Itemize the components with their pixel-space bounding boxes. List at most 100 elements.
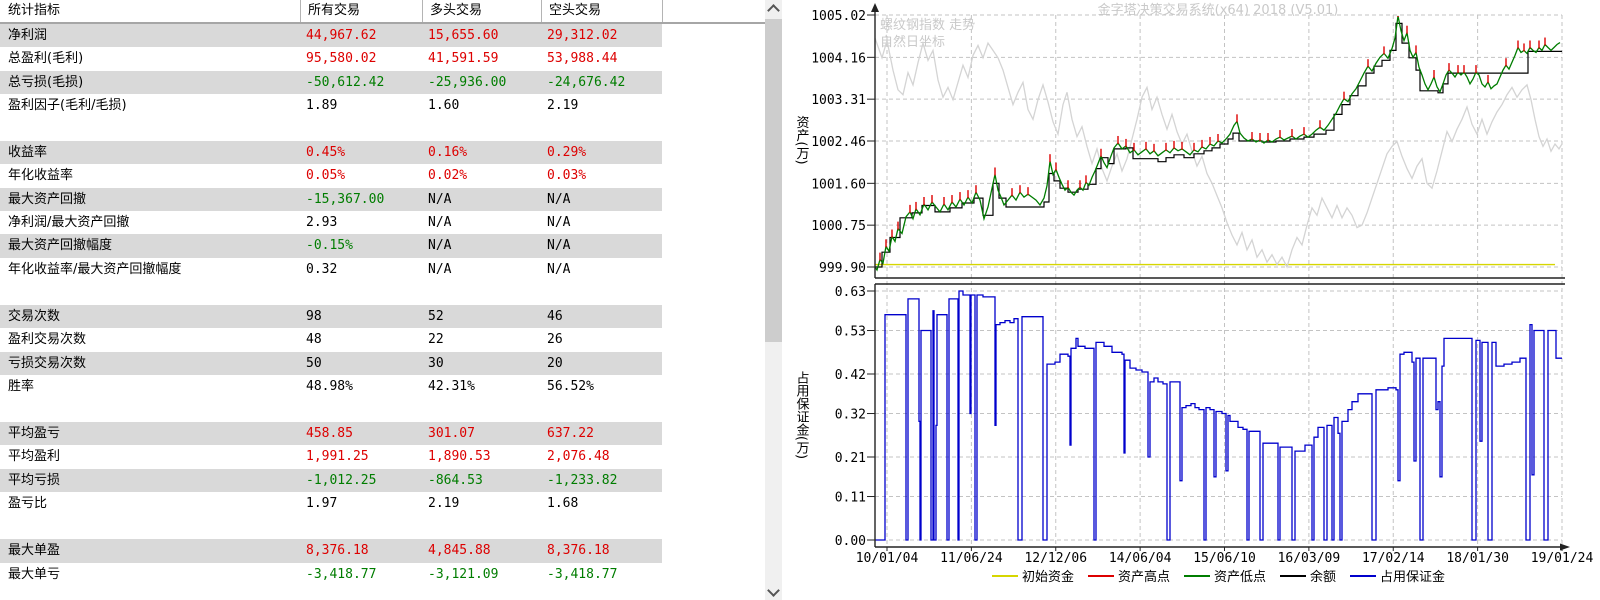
upper-axis-title: 资产(万) [794,115,810,164]
table-group: 收益率0.45%0.16%0.29%年化收益率0.05%0.02%0.03%最大… [0,141,765,281]
row-label: 胜率 [0,375,300,398]
row-value: -24,676.42 [541,71,662,94]
row-value: 95,580.02 [300,47,422,70]
watermark-title: 金字塔决策交易系统(x64) 2018 (V5.01) [1098,2,1339,18]
legend-item: 资产低点 [1184,566,1266,585]
y-tick-label: 0.53 [835,325,866,340]
table-row[interactable]: 收益率0.45%0.16%0.29% [0,141,662,164]
watermark-line: 自然日坐标 [880,34,945,50]
table-group: 净利润44,967.6215,655.6029,312.02总盈利(毛利)95,… [0,24,765,117]
table-row[interactable]: 盈亏比1.972.191.68 [0,492,662,515]
row-value: 0.29% [541,141,662,164]
row-value: 301.07 [422,422,541,445]
chart-legend: 初始资金 资产高点 资产低点 余额占用保证金 [875,566,1562,585]
legend-label: 资产低点 [1214,566,1266,585]
row-label: 交易次数 [0,305,300,328]
row-label: 盈利交易次数 [0,328,300,351]
y-tick-label: 999.90 [819,261,866,276]
row-value: 20 [541,352,662,375]
table-row[interactable]: 亏损交易次数503020 [0,352,662,375]
table-row[interactable]: 总亏损(毛损)-50,612.42-25,936.00-24,676.42 [0,71,662,94]
row-value: 8,376.18 [541,539,662,562]
row-value: 2.19 [541,94,662,117]
chevron-down-icon [767,584,780,597]
legend-swatch [1184,575,1210,577]
table-row[interactable]: 交易次数985246 [0,305,662,328]
row-value: -3,418.77 [541,563,662,586]
pyramid-backtest-window: 统计指标 所有交易 多头交易 空头交易 净利润44,967.6215,655.6… [0,0,1600,600]
y-tick-label: 1003.31 [811,93,866,108]
table-row[interactable]: 平均亏损-1,012.25-864.53-1,233.82 [0,469,662,492]
table-row[interactable]: 盈利交易次数482226 [0,328,662,351]
table-row[interactable]: 胜率48.98%42.31%56.52% [0,375,662,398]
table-row[interactable]: 盈利因子(毛利/毛损)1.891.602.19 [0,94,662,117]
statistics-rows: 净利润44,967.6215,655.6029,312.02总盈利(毛利)95,… [0,24,765,600]
row-value: -3,121.09 [422,563,541,586]
row-value: 0.02% [422,164,541,187]
row-label: 盈利因子(毛利/毛损) [0,94,300,117]
vertical-scrollbar[interactable] [765,0,782,600]
table-row[interactable]: 平均盈亏458.85301.07637.22 [0,422,662,445]
x-tick-label: 18/01/30 [1446,551,1509,566]
legend-swatch [1088,575,1114,577]
row-value: -1,233.82 [541,469,662,492]
row-value: 0.32 [300,258,422,281]
table-row[interactable]: 最大资产回撤-15,367.00N/AN/A [0,188,662,211]
table-row[interactable]: 年化收益率0.05%0.02%0.03% [0,164,662,187]
row-value: 0.05% [300,164,422,187]
table-row[interactable]: 平均盈利1,991.251,890.532,076.48 [0,445,662,468]
watermark-line: 螺纹钢指数 走势 [880,17,975,33]
row-label: 最大单亏 [0,563,300,586]
row-value: -864.53 [422,469,541,492]
scroll-up-button[interactable] [765,0,782,17]
row-label: 净利润 [0,24,300,47]
legend-swatch [992,575,1018,577]
y-tick-label: 1001.60 [811,177,866,192]
row-label: 平均亏损 [0,469,300,492]
table-row[interactable]: 年化收益率/最大资产回撤幅度0.32N/AN/A [0,258,662,281]
legend-label: 余额 [1310,566,1336,585]
legend-item: 初始资金 [992,566,1074,585]
legend-swatch [1350,575,1376,577]
row-label: 年化收益率 [0,164,300,187]
column-header-long-trades: 多头交易 [422,0,541,22]
x-tick-label: 17/02/14 [1362,551,1425,566]
table-row[interactable]: 最大单亏-3,418.77-3,121.09-3,418.77 [0,563,662,586]
row-value: 41,591.59 [422,47,541,70]
legend-item: 余额 [1280,566,1336,585]
legend-label: 资产高点 [1118,566,1170,585]
table-row[interactable]: 最大资产回撤幅度-0.15%N/AN/A [0,234,662,257]
row-value: 458.85 [300,422,422,445]
scroll-down-button[interactable] [765,583,782,600]
y-tick-label: 1004.16 [811,51,866,66]
row-value: -1,012.25 [300,469,422,492]
scrollbar-thumb[interactable] [765,19,782,342]
legend-item: 占用保证金 [1350,566,1445,585]
table-row[interactable]: 最大单盈8,376.184,845.888,376.18 [0,539,662,562]
row-value: 1,991.25 [300,445,422,468]
performance-charts[interactable]: 金字塔决策交易系统(x64) 2018 (V5.01) 螺纹钢指数 走势自然日坐标… [783,0,1600,600]
row-value: N/A [541,234,662,257]
table-row[interactable]: 净利润44,967.6215,655.6029,312.02 [0,24,662,47]
table-group: 最大单盈8,376.184,845.888,376.18最大单亏-3,418.7… [0,539,765,586]
chart-panel[interactable]: 金字塔决策交易系统(x64) 2018 (V5.01) 螺纹钢指数 走势自然日坐标… [783,0,1600,600]
row-value: -0.15% [300,234,422,257]
axis-arrow-up [871,3,879,12]
table-header: 统计指标 所有交易 多头交易 空头交易 [0,0,765,24]
row-label: 最大资产回撤幅度 [0,234,300,257]
y-tick-label: 0.63 [835,285,866,300]
table-row[interactable]: 总盈利(毛利)95,580.0241,591.5953,988.44 [0,47,662,70]
equity-low-line [875,16,1560,270]
x-tick-label: 15/06/10 [1193,551,1256,566]
row-value: 8,376.18 [300,539,422,562]
row-value: 0.03% [541,164,662,187]
table-row[interactable]: 净利润/最大资产回撤2.93N/AN/A [0,211,662,234]
row-label: 平均盈亏 [0,422,300,445]
column-header-all-trades: 所有交易 [300,0,422,22]
column-header-empty [662,0,765,22]
row-value: 1.89 [300,94,422,117]
chevron-up-icon [767,4,780,17]
row-value: 50 [300,352,422,375]
row-value: -3,418.77 [300,563,422,586]
margin-step-line [875,291,1562,540]
